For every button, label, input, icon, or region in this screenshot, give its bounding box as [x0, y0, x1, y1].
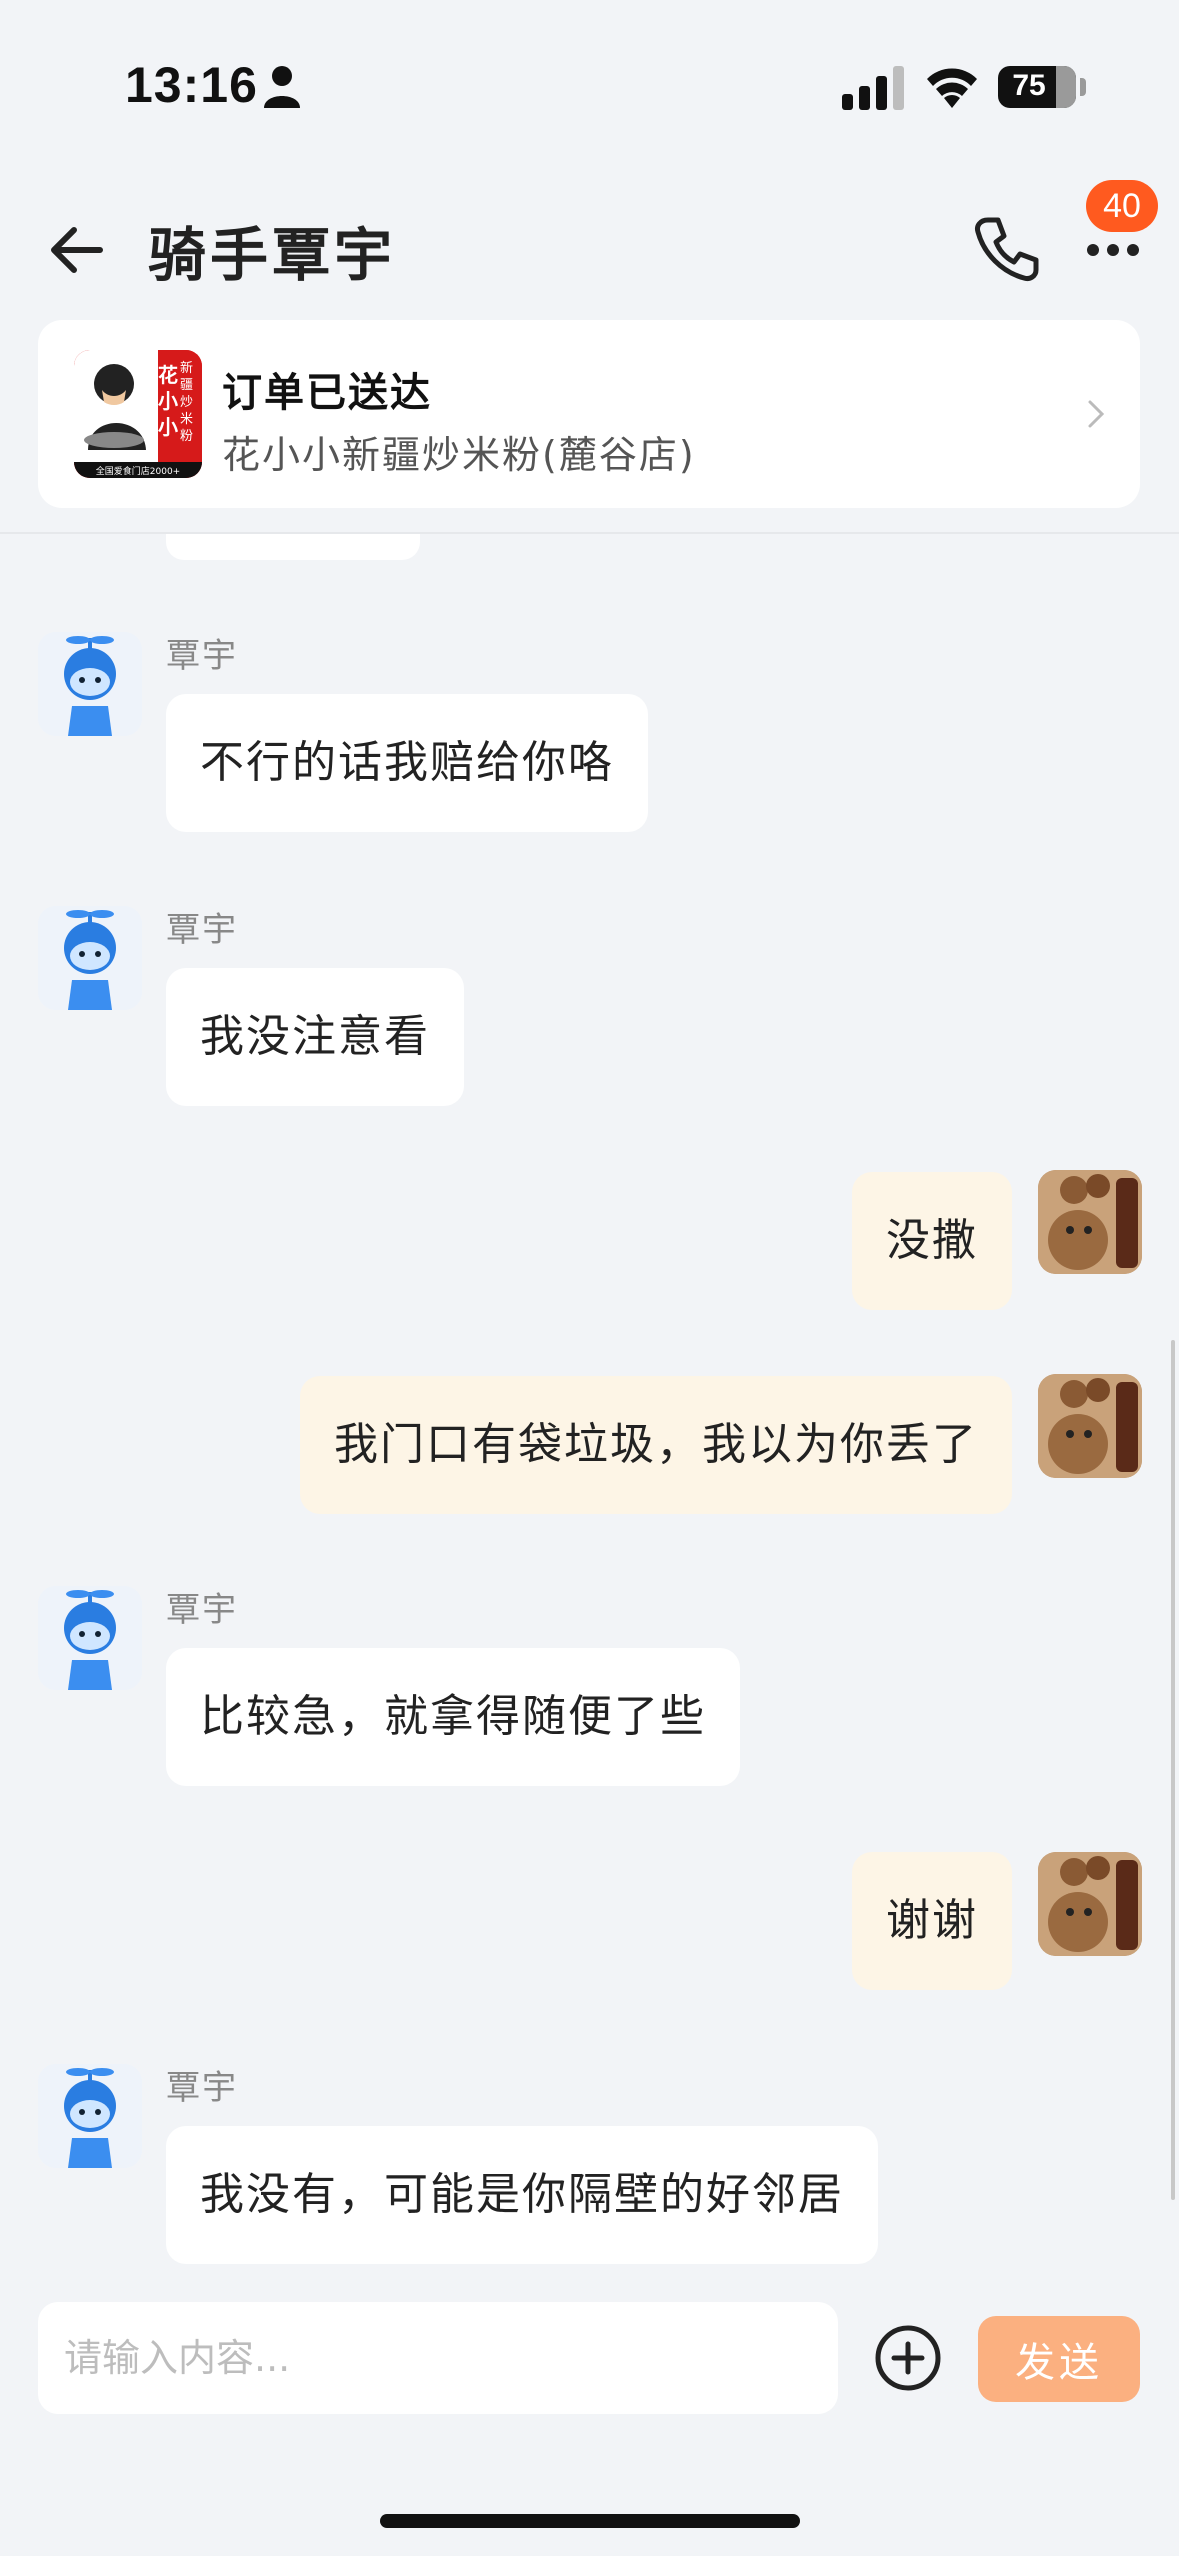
message-bubble[interactable]: 我没有，可能是你隔壁的好邻居: [166, 2126, 878, 2264]
chat-screen: 13:16 75 骑手覃宇 40 花小小 新疆炒米粉 全国爱食门店2000+ 订…: [0, 0, 1179, 2556]
scrollbar[interactable]: [1171, 1340, 1175, 2200]
shop-logo-footer: 全国爱食门店2000+: [95, 467, 181, 477]
wifi-icon: [927, 68, 977, 108]
unread-badge: 40: [1086, 180, 1158, 232]
send-button[interactable]: 发送: [978, 2316, 1140, 2402]
message-bubble[interactable]: 比较急，就拿得随便了些: [166, 1648, 740, 1786]
rider-avatar[interactable]: [38, 632, 142, 736]
shop-logo-tagline: 新疆炒米粉: [180, 361, 194, 444]
status-bar: 13:16 75: [0, 0, 1179, 170]
user-avatar[interactable]: [1038, 1170, 1142, 1274]
message-input[interactable]: [38, 2302, 838, 2414]
sender-name: 覃宇: [166, 1590, 238, 1630]
message-bubble[interactable]: 我门口有袋垃圾，我以为你丢了: [300, 1376, 1012, 1514]
chevron-right-icon: [1088, 400, 1105, 428]
rider-avatar[interactable]: [38, 906, 142, 1010]
sender-name: 覃宇: [166, 2068, 238, 2108]
rider-avatar[interactable]: [38, 2064, 142, 2168]
order-status: 订单已送达: [222, 370, 432, 416]
battery-level: 75: [1012, 69, 1046, 102]
status-time: 13:16: [125, 57, 258, 113]
battery-icon: 75: [998, 66, 1076, 108]
order-card[interactable]: 花小小 新疆炒米粉 全国爱食门店2000+ 订单已送达 花小小新疆炒米粉(麓谷店…: [38, 320, 1140, 508]
shop-name: 花小小新疆炒米粉(麓谷店): [222, 433, 696, 477]
plus-circle-icon[interactable]: [872, 2322, 944, 2394]
phone-icon[interactable]: [966, 208, 1046, 288]
sender-name: 覃宇: [166, 636, 238, 676]
page-title: 骑手覃宇: [148, 221, 397, 289]
message-bubble[interactable]: 我没注意看: [166, 968, 464, 1106]
user-avatar[interactable]: [1038, 1374, 1142, 1478]
message-bubble-partial: [166, 534, 420, 560]
more-dots-icon: [1087, 244, 1139, 256]
shop-logo: 花小小 新疆炒米粉 全国爱食门店2000+: [74, 350, 202, 478]
battery-tip: [1080, 78, 1086, 96]
cellular-signal-icon: [842, 66, 904, 110]
sender-name: 覃宇: [166, 910, 238, 950]
chat-header: 骑手覃宇: [0, 170, 1179, 310]
message-bubble[interactable]: 不行的话我赔给你咯: [166, 694, 648, 832]
rider-avatar[interactable]: [38, 1586, 142, 1690]
home-indicator: [380, 2514, 800, 2528]
person-icon: [264, 66, 300, 108]
message-bubble[interactable]: 谢谢: [852, 1852, 1012, 1990]
arrow-left-icon[interactable]: [38, 210, 118, 290]
message-bubble[interactable]: 没撒: [852, 1172, 1012, 1310]
shop-logo-brand: 花小小: [158, 363, 178, 439]
user-avatar[interactable]: [1038, 1852, 1142, 1956]
